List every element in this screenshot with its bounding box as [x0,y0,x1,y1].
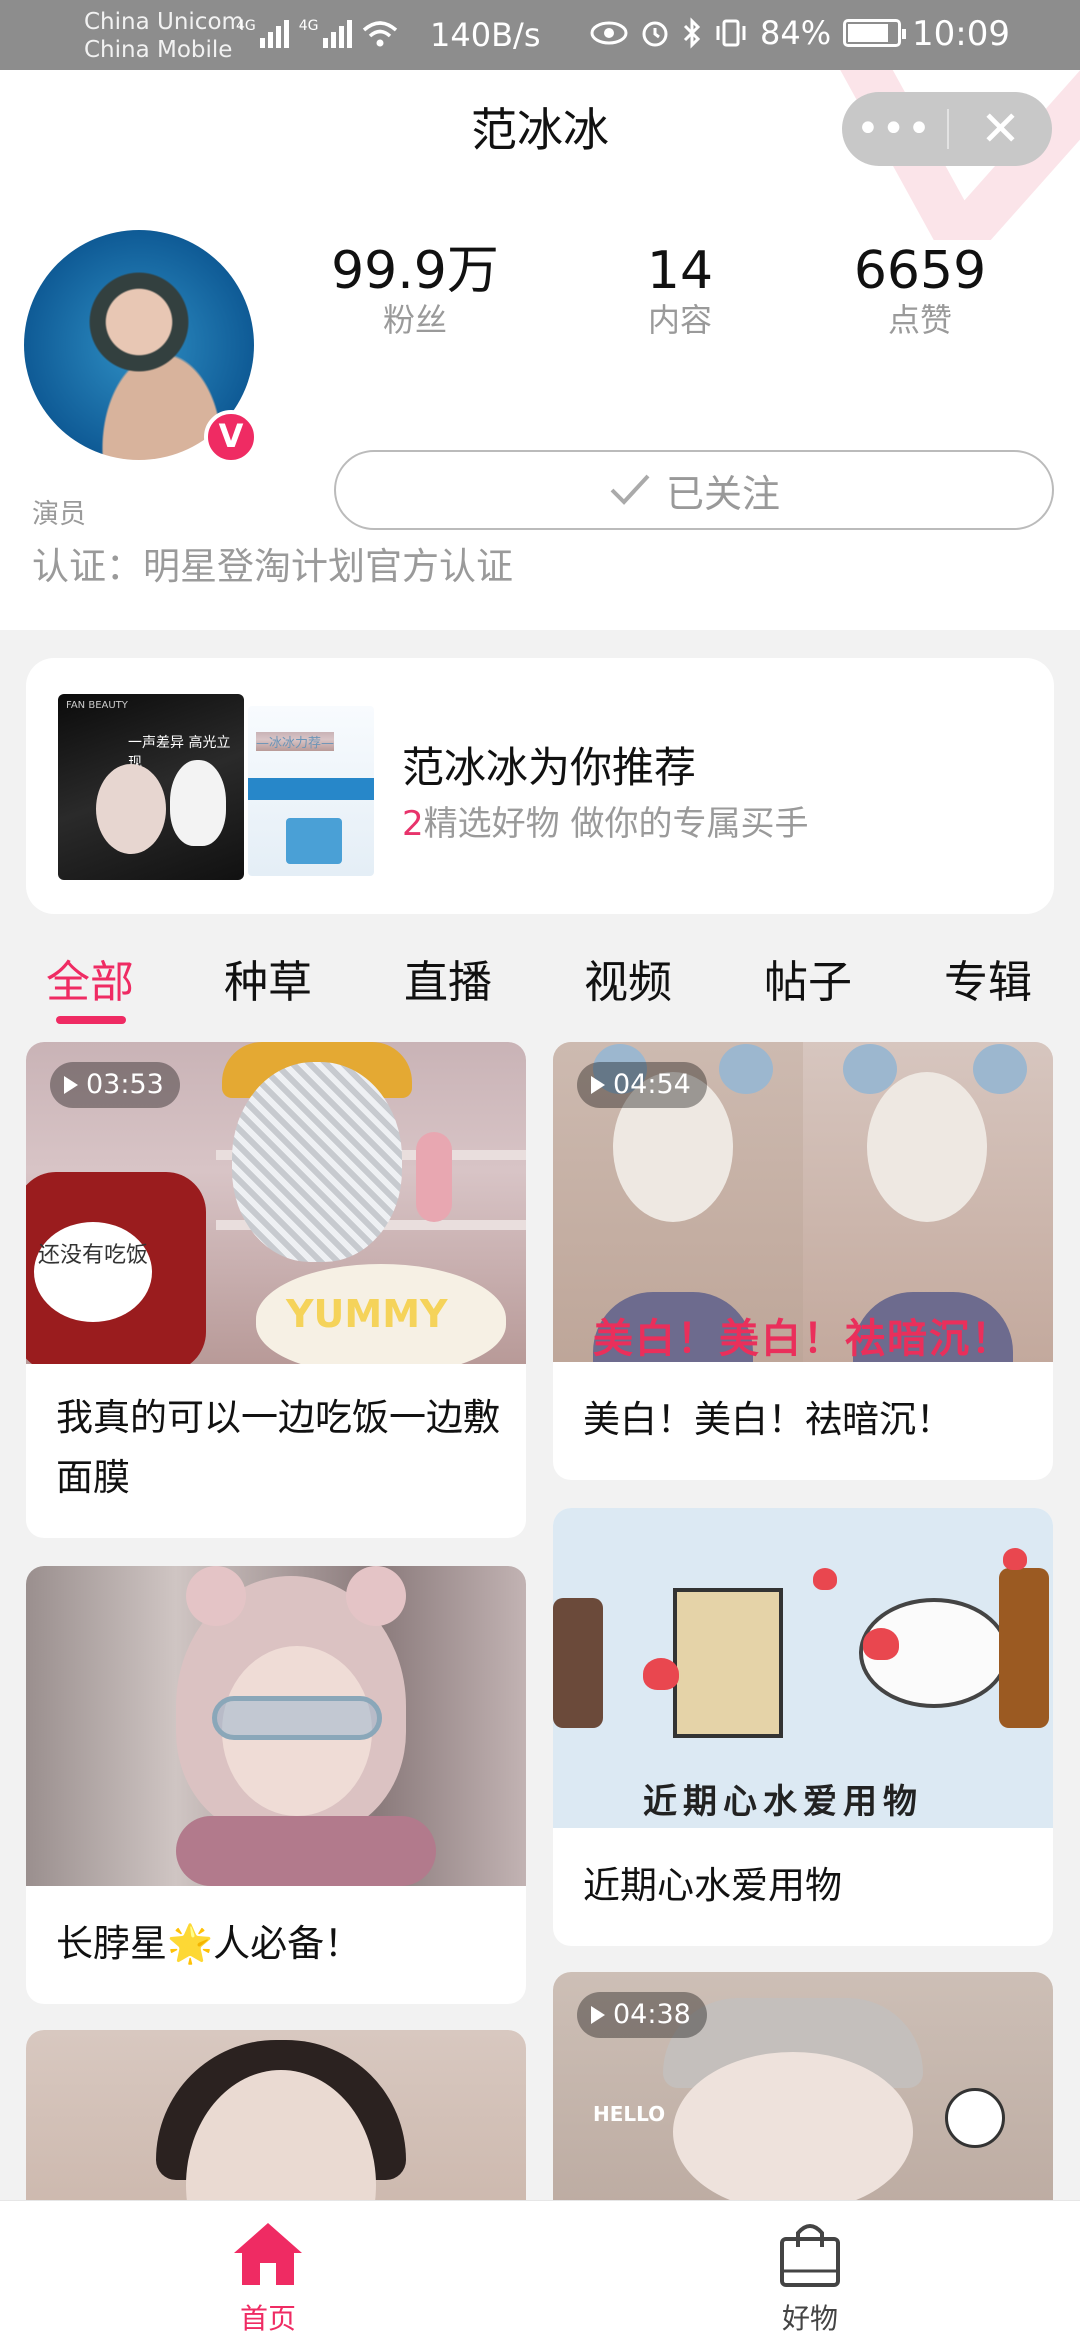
tab-posts[interactable]: 帖子 [738,946,878,1010]
network-type-1: 4G [236,18,256,34]
network-speed: 140B/s [430,16,541,54]
feed-thumbnail [26,1566,526,1886]
feed-card[interactable]: 长脖星🌟人必备！ [26,1566,526,2004]
tab-video[interactable]: 视频 [558,946,698,1010]
alarm-icon [642,21,668,47]
stat-content[interactable]: 14 内容 [580,240,780,338]
feed-thumbnail: 还没有吃饭 YUMMY 03:53 [26,1042,526,1364]
play-icon [591,1076,605,1094]
stat-label: 内容 [647,301,712,339]
certification-text: 认证：明星登淘计划官方认证 [32,545,513,588]
close-button[interactable]: ✕ [949,92,1052,166]
stat-likes[interactable]: 6659 点赞 [820,240,1020,338]
stat-value: 6659 [853,241,987,301]
signal-strength-icon [259,18,289,48]
video-duration-badge: 04:38 [577,1992,707,2038]
signal-icons: 4G 4G [236,18,398,48]
battery-percent: 84% [760,14,832,52]
thumbnail-caption: YUMMY [286,1292,448,1336]
feed-card-title: 长脖星🌟人必备！ [56,1922,362,1965]
recommendation-title: 范冰冰为你推荐 [402,743,697,792]
tab-live[interactable]: 直播 [378,946,518,1010]
stat-value: 14 [646,241,714,301]
product-image-mask: FAN BEAUTY 一声差异 高光立现 [58,694,244,880]
active-tab-indicator [56,1016,126,1024]
feed-card-title: 我真的可以一边吃饭一边敷面膜 [56,1396,500,1499]
video-duration-badge: 03:53 [50,1062,180,1108]
clock: 10:09 [912,14,1010,54]
recommendation-count: 2 [402,804,424,844]
nav-goods[interactable]: 好物 [710,2219,910,2337]
feed-card[interactable]: 还没有吃饭 YUMMY 03:53 我真的可以一边吃饭一边敷面膜 [26,1042,526,1538]
feed-card[interactable]: 近期心水爱用物 近期心水爱用物 [553,1508,1053,1946]
recommendation-subtitle: 2精选好物 做你的专属买手 [402,796,808,845]
video-duration-badge: 04:54 [577,1062,707,1108]
product-caption: —冰冰力荐— [256,732,335,751]
content-tabs: 全部 种草 直播 视频 帖子 专辑 [0,938,1080,1028]
stat-value: 99.9万 [331,241,499,301]
nav-home[interactable]: 首页 [168,2219,368,2337]
wifi-icon [362,21,397,47]
status-bar: China Unicom China Mobile 4G 4G 140B/s 8… [0,0,1080,70]
nav-home-label: 首页 [239,2302,296,2335]
bottom-navigation: 首页 好物 [0,2200,1080,2340]
more-menu-button[interactable]: ••• [842,92,947,166]
followed-label: 已关注 [665,471,780,516]
bluetooth-icon [683,17,701,49]
thumbnail-caption: 近期心水爱用物 [643,1782,923,1822]
carrier-names: China Unicom China Mobile [84,8,244,64]
speech-bubble-icon [945,2088,1005,2148]
thumbnail-bubble: 还没有吃饭 [34,1222,152,1322]
product-brand: FAN BEAUTY [66,700,128,711]
recommendation-card[interactable]: FAN BEAUTY 一声差异 高光立现 —冰冰力荐— 范冰冰为你推荐 2精选好… [26,658,1054,914]
tab-albums[interactable]: 专辑 [918,946,1058,1010]
tab-grass[interactable]: 种草 [198,946,338,1010]
product-image-package: —冰冰力荐— [248,706,374,876]
verified-badge: V [204,410,258,464]
profile-header: 范冰冰 ••• ✕ V 99.9万 粉丝 14 内容 6659 点赞 已关注 演… [0,70,1080,630]
feed-card-title: 美白！美白！祛暗沉！ [583,1398,953,1441]
feed-card-title: 近期心水爱用物 [583,1864,842,1907]
thumbnail-caption: 美白！美白！祛暗沉！ [593,1316,1013,1362]
recommendation-subtitle-text: 精选好物 做你的专属买手 [423,804,809,844]
video-duration: 03:53 [86,1069,164,1100]
mini-program-capsule: ••• ✕ [842,92,1052,166]
carrier-2: China Mobile [84,37,233,63]
video-duration: 04:38 [613,1999,691,2030]
stat-label: 点赞 [887,301,952,339]
followed-button[interactable]: 已关注 [334,450,1054,530]
thumbnail-caption: HELLO [593,2102,666,2126]
nav-goods-label: 好物 [781,2302,838,2335]
feed-card[interactable]: 美白！美白！祛暗沉！ 04:54 美白！美白！祛暗沉！ [553,1042,1053,1480]
home-icon [234,2223,302,2285]
play-icon [591,2006,605,2024]
checkmark-icon [610,474,650,505]
shopping-bag-icon [780,2224,840,2287]
signal-strength-icon [322,18,352,48]
carrier-1: China Unicom [84,9,244,35]
video-duration: 04:54 [613,1069,691,1100]
feed-thumbnail: 美白！美白！祛暗沉！ 04:54 [553,1042,1053,1362]
stat-fans[interactable]: 99.9万 粉丝 [310,240,520,338]
vibrate-icon [716,19,746,47]
eye-icon [590,21,628,45]
role-label: 演员 [32,499,86,530]
tab-all[interactable]: 全部 [20,946,160,1010]
battery-icon [843,19,907,47]
network-type-2: 4G [298,18,319,34]
play-icon [64,1076,78,1094]
system-icons: 84% [590,14,907,52]
stat-label: 粉丝 [382,301,447,339]
feed-thumbnail: 近期心水爱用物 [553,1508,1053,1828]
